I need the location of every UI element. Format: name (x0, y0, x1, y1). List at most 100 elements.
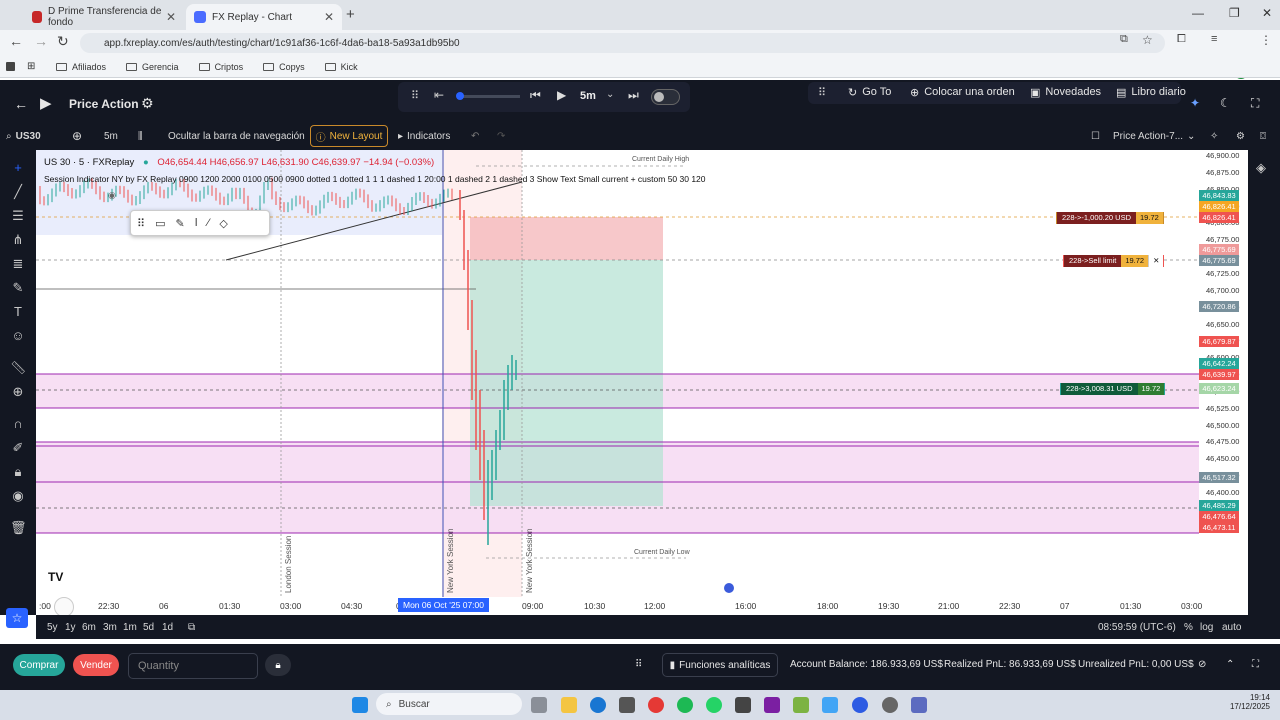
order-tp[interactable]: 228->3,008.31 USD 19.72 (1060, 383, 1166, 395)
candle-type-icon[interactable]: ⫼ (138, 131, 143, 142)
drag-handle-icon[interactable]: ⠿ (137, 217, 145, 230)
chart-clock[interactable]: 08:59:59 (UTC-6) (1098, 622, 1176, 633)
bookmark-gerencia[interactable]: Gerencia (126, 62, 179, 72)
start-icon[interactable] (352, 697, 368, 713)
compare-add-icon[interactable]: ⊕ (72, 129, 82, 143)
cancel-order-icon[interactable]: ✕ (1148, 255, 1164, 267)
sell-button[interactable]: Vender (73, 654, 119, 676)
session-indicator-label[interactable]: Session Indicator NY by FX Replay 0900 1… (44, 174, 706, 184)
new-tab-button[interactable]: + (346, 6, 355, 23)
back-icon[interactable]: ← (14, 96, 28, 112)
range-1y[interactable]: 1y (65, 622, 76, 633)
edge-icon[interactable] (590, 697, 606, 713)
hide-eye-icon[interactable]: ⊘ (1198, 659, 1206, 670)
settings-gear-icon[interactable]: ⚙ (141, 95, 154, 112)
us-flag-icon[interactable] (724, 583, 734, 593)
order-sl[interactable]: 228->-1,000.20 USD 19.72 (1056, 212, 1164, 224)
tab-fxreplay[interactable]: FX Replay - Chart ✕ (186, 4, 342, 30)
trendline-icon[interactable]: ╱ (10, 184, 26, 200)
calculator-icon[interactable] (911, 697, 927, 713)
interval-button[interactable]: 5m (104, 131, 118, 142)
indicators-button[interactable]: ▸ Indicators (398, 131, 450, 142)
price-chart[interactable]: US 30 · 5 · FXReplay ● O46,654.44 H46,65… (36, 150, 1248, 615)
ruler-icon[interactable]: 📏︎ (10, 360, 27, 376)
layout-checkbox-icon[interactable]: ☐ (1091, 131, 1100, 142)
spotify-icon[interactable] (677, 697, 693, 713)
back-arrow-icon[interactable]: ← (9, 33, 23, 49)
crosshair-icon[interactable]: + (10, 160, 26, 176)
lock-icon[interactable]: 🔒︎ (10, 464, 26, 480)
undo-icon[interactable]: ↶ (471, 131, 479, 142)
drag-handle-icon[interactable]: ⠿ (411, 89, 419, 102)
step-forward-icon[interactable]: ⏭ (628, 88, 639, 103)
close-window-icon[interactable]: ✕ (1262, 6, 1272, 20)
task-view-icon[interactable] (531, 697, 547, 713)
drag-handle-icon[interactable]: ⠿ (818, 86, 826, 99)
sparkle-icon[interactable]: ✧ (1210, 131, 1218, 142)
reload-icon[interactable]: ↻ (57, 33, 69, 50)
brush-icon[interactable]: ✎ (10, 280, 26, 296)
line-icon[interactable]: ⁄ (208, 217, 210, 229)
close-tab-icon[interactable]: ✕ (324, 10, 334, 24)
log-toggle[interactable]: log (1200, 622, 1213, 633)
trash-icon[interactable]: 🗑︎ (10, 520, 27, 536)
scroll-button[interactable] (54, 597, 74, 617)
slider-knob[interactable] (456, 92, 464, 100)
browser-menu-icon[interactable]: ⋮ (1260, 33, 1272, 47)
settings-gear-icon[interactable]: ⚙ (1236, 131, 1245, 142)
replay-timeframe[interactable]: 5m (580, 90, 596, 102)
system-clock[interactable]: 19:14 17/12/2025 (1220, 693, 1270, 711)
buy-button[interactable]: Comprar (13, 654, 65, 676)
symbol-search[interactable]: ⌕ US30 (6, 131, 41, 142)
jump-start-icon[interactable]: ⇤ (434, 88, 444, 102)
lock-icon[interactable]: 🔒︎ (265, 654, 291, 676)
pen-icon[interactable]: ✎ (175, 217, 184, 230)
replay-speed-slider[interactable] (456, 92, 520, 100)
new-layout-button[interactable]: ⓘ New Layout (310, 125, 388, 147)
bookmark-kick[interactable]: Kick (324, 62, 358, 72)
layers-icon[interactable]: ◈ (1256, 160, 1266, 176)
analytics-button[interactable]: ▮ Funciones analíticas (662, 653, 778, 677)
whatsapp-icon[interactable] (706, 697, 722, 713)
range-1m[interactable]: 1m (123, 622, 137, 633)
time-axis[interactable]: :0022:300601:3003:0004:30009:0010:3012:0… (36, 597, 1248, 615)
emoji-icon[interactable]: ☺ (10, 328, 26, 344)
grid-dots-icon[interactable]: ⠿ (635, 659, 642, 670)
bookmark-criptos[interactable]: Criptos (198, 62, 243, 72)
magnet-icon[interactable]: ∩ (10, 416, 26, 432)
pitchfork-icon[interactable]: ⋔ (10, 232, 26, 248)
bookmark-copys[interactable]: Copys (263, 62, 305, 72)
place-order-button[interactable]: ⊕ Colocar una orden (910, 86, 1015, 99)
onenote-icon[interactable] (764, 697, 780, 713)
eye-icon[interactable]: ◉ (10, 488, 26, 504)
pencil-lock-icon[interactable]: ✐ (10, 440, 26, 456)
url-field[interactable]: app.fxreplay.com/es/auth/testing/chart/1… (80, 33, 1165, 53)
text-icon[interactable]: T (10, 304, 26, 320)
range-3m[interactable]: 3m (103, 622, 117, 633)
close-tab-icon[interactable]: ✕ (166, 10, 176, 24)
forward-arrow-icon[interactable]: → (34, 33, 48, 49)
visibility-eye-icon[interactable]: ◉ (108, 190, 116, 201)
camera-icon[interactable]: ⌼ (1260, 131, 1266, 142)
ai-sparkle-icon[interactable]: ✦ (1190, 96, 1200, 110)
reading-list-icon[interactable]: ≡ (1211, 33, 1217, 45)
order-sell-limit[interactable]: 228->Sell limit 19.72 ✕ (1063, 255, 1165, 267)
redo-icon[interactable]: ↷ (497, 131, 505, 142)
store-icon[interactable] (619, 697, 635, 713)
apps-grid-icon[interactable]: ⊞ (27, 61, 35, 72)
file-explorer-icon[interactable] (561, 697, 577, 713)
auto-toggle[interactable]: auto (1222, 622, 1241, 633)
range-6m[interactable]: 6m (82, 622, 96, 633)
minimize-icon[interactable]: — (1192, 6, 1204, 20)
quantity-input[interactable]: Quantity (128, 653, 258, 679)
dark-mode-icon[interactable]: ☾ (1220, 96, 1231, 110)
goto-button[interactable]: ↻ Go To (848, 86, 891, 99)
marker-icon[interactable]: ǀ (195, 217, 198, 229)
snip-icon[interactable] (735, 697, 751, 713)
fullscreen-icon[interactable]: ⛶ (1252, 659, 1259, 670)
taskbar-search[interactable]: ⌕ Buscar (376, 693, 522, 715)
tab-dprime[interactable]: D Prime Transferencia de fondo ✕ (24, 4, 184, 30)
app-icon[interactable] (793, 697, 809, 713)
hide-nav-button[interactable]: Ocultar la barra de navegación (168, 131, 305, 142)
step-back-icon[interactable]: ⏮ (530, 88, 541, 103)
